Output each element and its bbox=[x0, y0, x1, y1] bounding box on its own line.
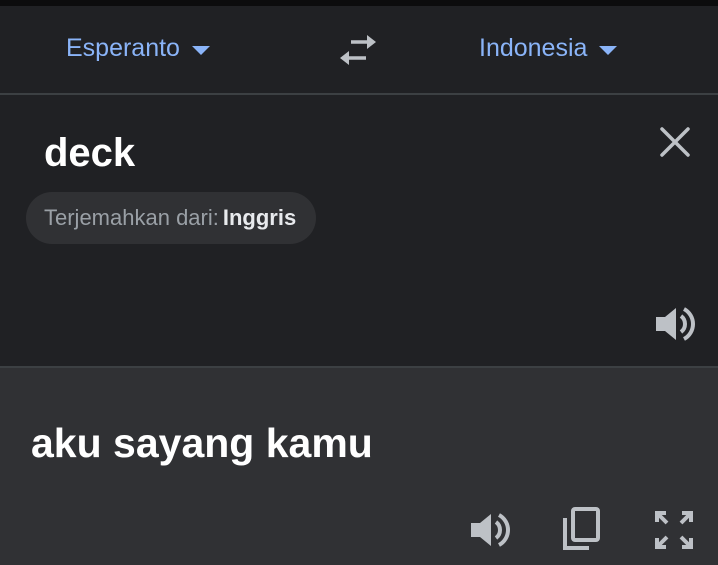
target-language-label: Indonesia bbox=[479, 33, 588, 62]
swap-arrows-icon bbox=[340, 35, 376, 65]
detected-language-chip[interactable]: Terjemahkan dari: Inggris bbox=[26, 192, 317, 244]
swap-languages-button[interactable] bbox=[336, 32, 380, 68]
source-text[interactable]: deck bbox=[44, 129, 135, 177]
listen-translation-button[interactable] bbox=[467, 509, 511, 551]
caret-down-icon bbox=[191, 45, 210, 55]
speaker-icon bbox=[471, 513, 510, 547]
fullscreen-button[interactable] bbox=[652, 508, 696, 552]
clear-button[interactable] bbox=[656, 123, 694, 161]
translation-text: aku sayang kamu bbox=[31, 420, 373, 466]
caret-down-icon bbox=[599, 45, 618, 55]
source-panel[interactable]: deck Terjemahkan dari: Inggris bbox=[0, 95, 718, 366]
language-bar: Esperanto Indonesia bbox=[0, 6, 718, 93]
listen-source-button[interactable] bbox=[652, 303, 696, 345]
copy-translation-button[interactable] bbox=[560, 506, 602, 552]
detected-language: Inggris bbox=[222, 205, 297, 230]
fullscreen-icon bbox=[655, 511, 693, 549]
speaker-icon bbox=[656, 307, 695, 341]
translate-screen: Esperanto Indonesia deck Terjemahkan dar… bbox=[0, 0, 718, 565]
source-language-selector[interactable]: Esperanto bbox=[66, 30, 210, 66]
target-language-selector[interactable]: Indonesia bbox=[479, 30, 618, 66]
result-panel: aku sayang kamu bbox=[0, 366, 718, 565]
close-icon bbox=[660, 127, 690, 157]
copy-icon bbox=[563, 507, 600, 550]
source-language-label: Esperanto bbox=[66, 33, 180, 62]
detect-label: Terjemahkan dari: bbox=[44, 205, 219, 230]
